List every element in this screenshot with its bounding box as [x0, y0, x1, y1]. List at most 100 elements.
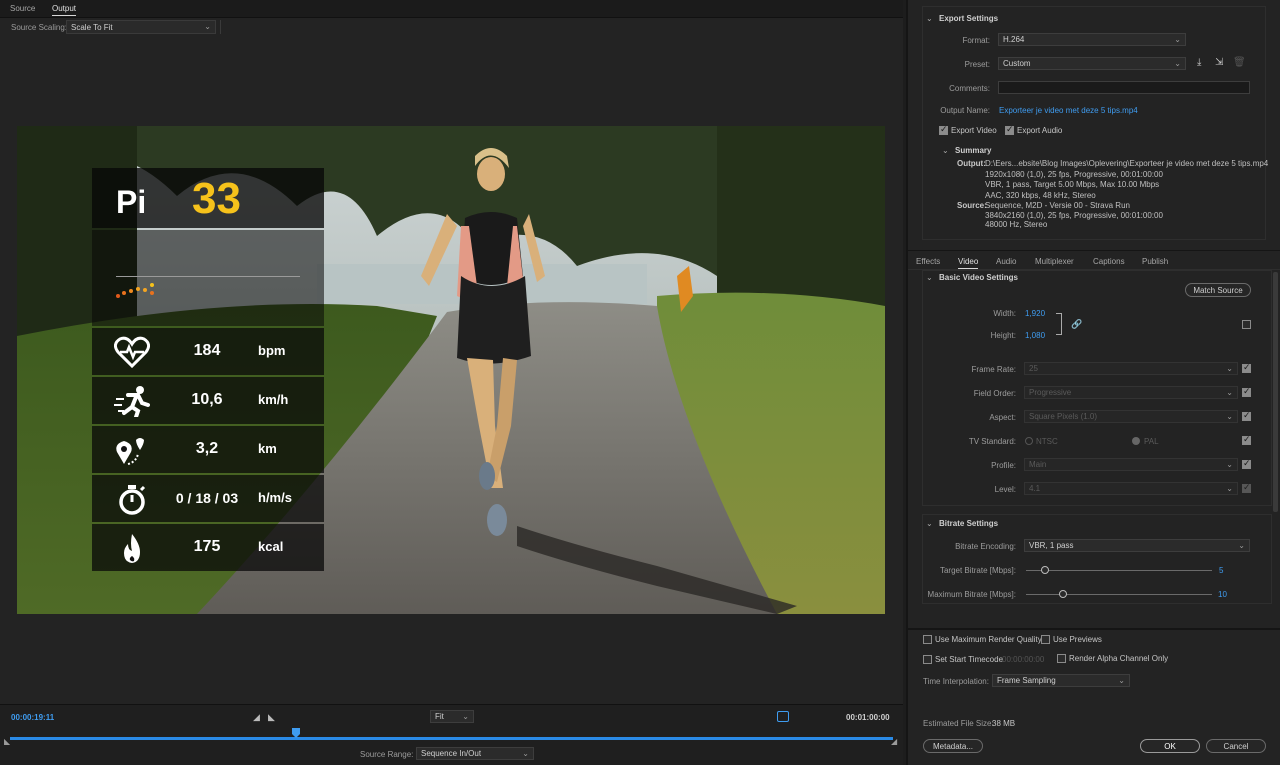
stat-row-duration: 0 / 18 / 03 h/m/s: [92, 475, 324, 522]
aspect-label: Aspect:: [989, 413, 1016, 422]
export-audio-checkbox[interactable]: [1005, 124, 1014, 135]
delete-preset-icon[interactable]: 🗑: [1233, 57, 1246, 68]
bitrate-encoding-value: VBR, 1 pass: [1029, 541, 1074, 550]
summary-source-text: Sequence, M2D - Versie 00 - Strava Run 3…: [985, 201, 1163, 230]
ok-button[interactable]: OK: [1140, 739, 1200, 753]
tv-standard-checkbox[interactable]: [1242, 434, 1251, 445]
frame-rate-dropdown[interactable]: 25 ⌄: [1024, 362, 1238, 375]
timeline-scrubber-track[interactable]: [10, 737, 893, 740]
tab-publish[interactable]: Publish: [1142, 257, 1168, 266]
output-name-link[interactable]: Exporteer je video met deze 5 tips.mp4: [999, 106, 1138, 115]
profile-value: Main: [1029, 460, 1047, 469]
ntsc-radio[interactable]: [1025, 437, 1033, 445]
format-label: Format:: [962, 36, 990, 45]
in-marker-icon[interactable]: ◣: [4, 737, 10, 746]
export-preview-panel: Source Output Source Scaling: Scale To F…: [0, 0, 903, 765]
aspect-bracket: [1056, 313, 1062, 335]
settings-scrollbar[interactable]: [1273, 272, 1278, 512]
time-interpolation-dropdown[interactable]: Frame Sampling ⌄: [992, 674, 1130, 687]
width-value[interactable]: 1,920: [1025, 309, 1045, 318]
save-preset-icon[interactable]: ⤓: [1197, 57, 1201, 68]
use-previews-checkbox[interactable]: [1041, 635, 1050, 644]
video-preview: Pi 33 184 bpm 10,6 km/h 3,2 km 0 / 18 / …: [17, 126, 885, 614]
zoom-dropdown[interactable]: Fit ⌄: [430, 710, 474, 723]
aspect-toggle-icon[interactable]: [777, 711, 789, 722]
summary-output-line: D:\Eers...ebsite\Blog Images\Oplevering\…: [985, 159, 1269, 168]
heart-rate-unit: bpm: [258, 343, 286, 358]
stopwatch-icon: [119, 485, 146, 515]
width-label: Width:: [993, 309, 1016, 318]
height-value[interactable]: 1,080: [1025, 331, 1045, 340]
set-out-point-icon[interactable]: ◣: [268, 712, 275, 723]
divider: [908, 628, 1280, 630]
use-previews-label: Use Previews: [1053, 635, 1102, 644]
pal-radio[interactable]: [1132, 437, 1140, 445]
tab-video[interactable]: Video: [958, 257, 979, 269]
summary-output-line: AAC, 320 kbps, 48 kHz, Stereo: [985, 190, 1096, 200]
collapse-chevron-icon[interactable]: ⌄: [926, 519, 933, 528]
aspect-value: Square Pixels (1.0): [1029, 412, 1098, 421]
export-video-checkbox[interactable]: [939, 124, 948, 135]
max-bitrate-slider[interactable]: [1026, 594, 1212, 595]
tab-multiplexer[interactable]: Multiplexer: [1035, 257, 1074, 266]
max-bitrate-knob[interactable]: [1059, 590, 1067, 598]
export-settings-header: Export Settings: [939, 14, 999, 23]
tab-source[interactable]: Source: [10, 4, 35, 13]
import-preset-icon[interactable]: ⇲: [1215, 57, 1223, 68]
summary-output-line: VBR, 1 pass, Target 5.00 Mbps, Max 10.00…: [985, 180, 1160, 189]
source-range-value: Sequence In/Out: [421, 749, 482, 758]
tab-output[interactable]: Output: [52, 4, 77, 16]
collapse-chevron-icon[interactable]: ⌄: [926, 273, 933, 282]
stat-row-speed: 10,6 km/h: [92, 377, 324, 424]
tab-audio[interactable]: Audio: [996, 257, 1016, 266]
summary-chevron-icon[interactable]: ⌄: [942, 146, 949, 155]
match-source-button[interactable]: Match Source: [1185, 283, 1251, 297]
comments-input[interactable]: [998, 81, 1250, 94]
cancel-button[interactable]: Cancel: [1206, 739, 1266, 753]
set-in-point-icon[interactable]: ◢: [253, 712, 260, 723]
target-bitrate-slider[interactable]: [1026, 570, 1212, 571]
collapse-chevron-icon[interactable]: ⌄: [926, 14, 933, 23]
level-dropdown[interactable]: 4.1 ⌄: [1024, 482, 1238, 495]
bitrate-encoding-dropdown[interactable]: VBR, 1 pass ⌄: [1024, 539, 1250, 552]
width-height-checkbox[interactable]: [1242, 320, 1251, 329]
source-range-dropdown[interactable]: Sequence In/Out ⌄: [416, 747, 534, 760]
format-dropdown[interactable]: H.264 ⌄: [998, 33, 1186, 46]
metadata-button[interactable]: Metadata...: [923, 739, 983, 753]
calories-value: 175: [193, 538, 221, 555]
out-marker-icon[interactable]: ◢: [891, 737, 897, 746]
frame-rate-checkbox[interactable]: [1242, 362, 1251, 373]
max-render-quality-checkbox[interactable]: [923, 635, 932, 644]
aspect-checkbox[interactable]: [1242, 410, 1251, 421]
export-audio-label: Export Audio: [1017, 126, 1063, 135]
duration-value: 0 / 18 / 03: [175, 490, 239, 506]
stat-row-heart-rate: 184 bpm: [92, 328, 324, 375]
set-start-timecode-checkbox[interactable]: [923, 655, 932, 664]
heart-rate-value: 184: [193, 342, 221, 359]
source-scaling-value: Scale To Fit: [71, 23, 113, 32]
level-checkbox[interactable]: [1242, 482, 1251, 493]
preset-dropdown[interactable]: Custom ⌄: [998, 57, 1186, 70]
time-interpolation-value: Frame Sampling: [997, 676, 1056, 685]
current-timecode[interactable]: 00:00:19:11: [11, 713, 54, 722]
render-alpha-checkbox[interactable]: [1057, 654, 1066, 663]
aspect-dropdown[interactable]: Square Pixels (1.0) ⌄: [1024, 410, 1238, 423]
max-bitrate-value[interactable]: 10: [1218, 590, 1227, 599]
profile-dropdown[interactable]: Main ⌄: [1024, 458, 1238, 471]
target-bitrate-knob[interactable]: [1041, 566, 1049, 574]
profile-checkbox[interactable]: [1242, 458, 1251, 469]
source-scaling-dropdown[interactable]: Scale To Fit ⌄: [66, 20, 216, 34]
field-order-dropdown[interactable]: Progressive ⌄: [1024, 386, 1238, 399]
source-scaling-label: Source Scaling:: [11, 23, 68, 32]
chevron-down-icon: ⌄: [204, 22, 211, 31]
tab-captions[interactable]: Captions: [1093, 257, 1125, 266]
basic-video-settings-header: Basic Video Settings: [939, 273, 1018, 282]
target-bitrate-value[interactable]: 5: [1219, 566, 1223, 575]
target-bitrate-label: Target Bitrate [Mbps]:: [939, 566, 1016, 575]
tab-effects[interactable]: Effects: [916, 257, 940, 266]
link-icon[interactable]: 🔗: [1071, 319, 1082, 330]
start-timecode-value[interactable]: 00:00:00:00: [1002, 655, 1044, 664]
chevron-down-icon: ⌄: [1226, 412, 1233, 421]
field-order-checkbox[interactable]: [1242, 386, 1251, 397]
preset-value: Custom: [1003, 59, 1031, 68]
